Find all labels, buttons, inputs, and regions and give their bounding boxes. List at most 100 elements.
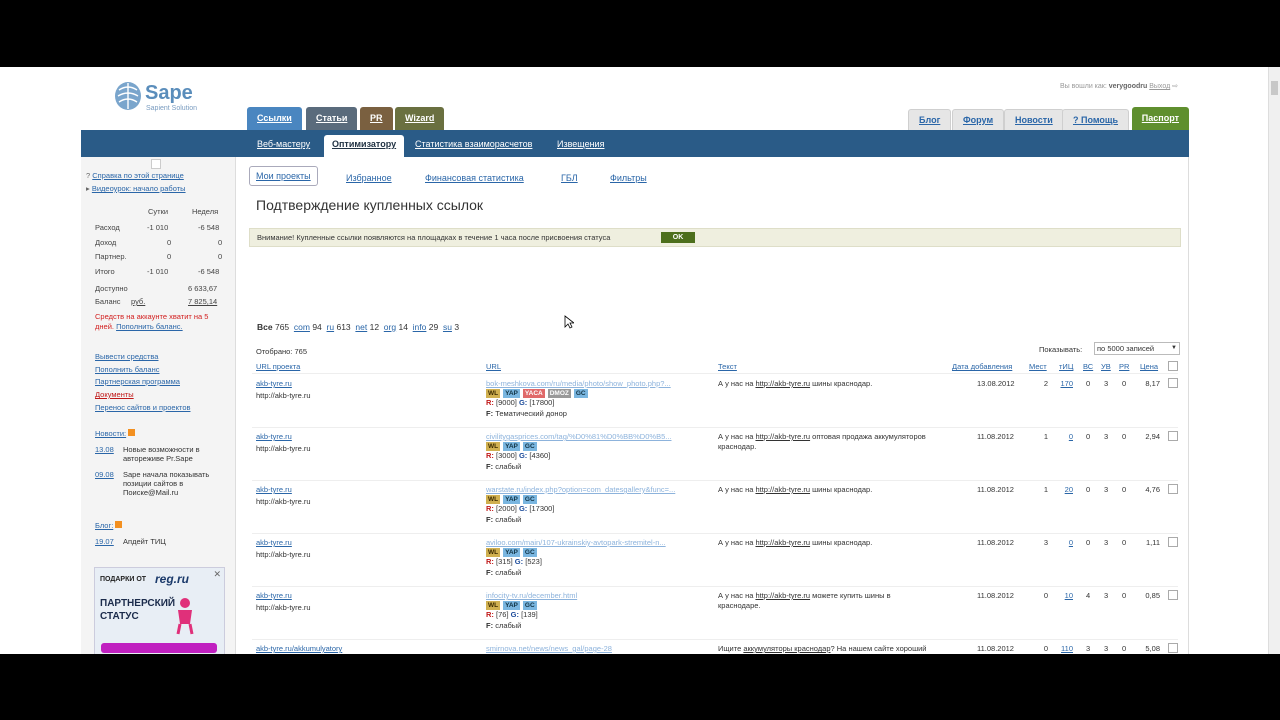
donor-url[interactable]: civilitygasprices.com/tag/%D0%81%D0%BB%D…	[486, 432, 701, 441]
anchor-link[interactable]: http://akb-tyre.ru	[755, 538, 810, 547]
subtab-notices[interactable]: Извещения	[557, 139, 604, 149]
row-checkbox[interactable]	[1168, 431, 1178, 441]
currency-select[interactable]: руб.	[131, 297, 145, 306]
project-link[interactable]: akb-tyre.ru	[256, 379, 292, 388]
row-checkbox[interactable]	[1168, 378, 1178, 388]
donor-url[interactable]: bok-meshkova.com/ru/media/photo/show_pho…	[486, 379, 701, 388]
tab-pr[interactable]: PR	[360, 107, 393, 130]
news-date[interactable]: 09.08	[95, 470, 114, 479]
filter-org[interactable]: org	[384, 322, 396, 332]
filter-su[interactable]: su	[443, 322, 452, 332]
donor-url[interactable]: smirnova.net/news/news_gal/page-28	[486, 644, 701, 653]
subtab-optimizer[interactable]: Оптимизатору	[324, 135, 405, 157]
col-date[interactable]: Дата добавления	[952, 362, 1012, 371]
documents-link[interactable]: Документы	[95, 390, 134, 399]
col-uv[interactable]: УВ	[1101, 362, 1111, 371]
row-checkbox[interactable]	[1168, 537, 1178, 547]
project-link[interactable]: akb-tyre.ru	[256, 485, 292, 494]
tic-link[interactable]: 170	[1054, 379, 1073, 388]
subtab-settlements[interactable]: Статистика взаиморасчетов	[415, 139, 532, 149]
blog-date[interactable]: 19.07	[95, 537, 114, 546]
donor-url[interactable]: warstate.ru/index.php?option=com_datesga…	[486, 485, 701, 494]
donor-url[interactable]: infocity-tv.ru/december.html	[486, 591, 701, 600]
tic-link[interactable]: 0	[1054, 538, 1073, 547]
row-checkbox[interactable]	[1168, 590, 1178, 600]
col-tic[interactable]: тИЦ	[1059, 362, 1073, 371]
help-link[interactable]: Справка по этой странице	[92, 171, 184, 180]
scrollbar-thumb[interactable]	[1271, 81, 1278, 95]
col-text[interactable]: Текст	[718, 362, 737, 371]
banner-button[interactable]	[101, 643, 217, 653]
tic-link[interactable]: 10	[1054, 591, 1073, 600]
col-project-url[interactable]: URL проекта	[256, 362, 300, 371]
page-scrollbar[interactable]	[1268, 67, 1280, 654]
subtab-webmaster[interactable]: Веб-мастеру	[257, 139, 310, 149]
news-title-row: Новости:	[95, 429, 136, 438]
text-pre: А у нас на	[718, 538, 756, 547]
anchor-link[interactable]: http://akb-tyre.ru	[755, 379, 810, 388]
tab-blog[interactable]: Блог	[908, 109, 952, 131]
anchor-link[interactable]: http://akb-tyre.ru	[755, 432, 810, 441]
col-vs[interactable]: ВС	[1083, 362, 1093, 371]
ptab-gbl[interactable]: ГБЛ	[561, 173, 578, 183]
refill-balance-link[interactable]: Пополнить баланс	[95, 365, 160, 374]
sape-logo[interactable]: Sape Sapient Solution	[113, 80, 213, 120]
news-title[interactable]: Новости:	[95, 429, 126, 438]
refill-link[interactable]: Пополнить баланс.	[116, 322, 183, 331]
news-date[interactable]: 13.08	[95, 445, 114, 454]
video-link[interactable]: Видеоурок: начало работы	[92, 184, 186, 193]
blog-title[interactable]: Блог:	[95, 521, 113, 530]
available-label: Доступно	[95, 284, 128, 293]
tic-link[interactable]: 20	[1054, 485, 1073, 494]
col-url[interactable]: URL	[486, 362, 501, 371]
tab-links[interactable]: Ссылки	[247, 107, 302, 130]
tab-forum[interactable]: Форум	[952, 109, 1005, 131]
tab-news[interactable]: Новости	[1004, 109, 1064, 131]
uv-value: 3	[1104, 591, 1109, 600]
anchor-link[interactable]: http://akb-tyre.ru	[755, 591, 810, 600]
tab-wizard[interactable]: Wizard	[395, 107, 445, 130]
balance-value[interactable]: 7 825,14	[188, 297, 217, 306]
transfer-link[interactable]: Перенос сайтов и проектов	[95, 403, 190, 412]
row-checkbox[interactable]	[1168, 643, 1178, 653]
rss-icon[interactable]	[128, 429, 136, 436]
select-all-checkbox[interactable]	[1168, 361, 1178, 371]
page-size-select[interactable]: по 5000 записей ▼	[1094, 342, 1180, 355]
row-checkbox[interactable]	[1168, 484, 1178, 494]
col-places[interactable]: Мест	[1029, 362, 1047, 371]
ptab-finance[interactable]: Финансовая статистика	[425, 173, 524, 183]
regru-banner[interactable]: ПОДАРКИ ОТ reg.ru ПАРТНЕРСКИЙ СТАТУС ✕	[94, 567, 225, 654]
ptab-favorites[interactable]: Избранное	[346, 173, 392, 183]
donor-url[interactable]: aviloo.com/main/107-ukrainskiy-avtopark-…	[486, 538, 701, 547]
tab-help[interactable]: ? Помощь	[1062, 109, 1130, 131]
close-icon[interactable]: ✕	[213, 569, 221, 580]
ptab-filters[interactable]: Фильтры	[610, 173, 647, 183]
ok-button[interactable]: OK	[661, 232, 695, 243]
rss-icon[interactable]	[115, 521, 123, 528]
project-link[interactable]: akb-tyre.ru/akkumulyatory	[256, 644, 342, 653]
col-price[interactable]: Цена	[1140, 362, 1158, 371]
project-link[interactable]: akb-tyre.ru	[256, 432, 292, 441]
ptab-my-projects[interactable]: Мои проекты	[249, 166, 318, 186]
filter-ru[interactable]: ru	[327, 322, 335, 332]
partner-program-link[interactable]: Партнерская программа	[95, 377, 180, 386]
tic-link[interactable]: 0	[1054, 432, 1073, 441]
project-link[interactable]: akb-tyre.ru	[256, 591, 292, 600]
anchor-link[interactable]: http://akb-tyre.ru	[755, 485, 810, 494]
withdraw-link[interactable]: Вывести средства	[95, 352, 158, 361]
filter-net[interactable]: net	[355, 322, 367, 332]
person-icon	[176, 598, 194, 635]
collapse-icon[interactable]	[151, 159, 161, 169]
passport-button[interactable]: Паспорт	[1131, 107, 1189, 130]
filter-com[interactable]: com	[294, 322, 310, 332]
logout-link[interactable]: Выход	[1149, 83, 1170, 90]
tic-link[interactable]: 110	[1054, 644, 1073, 653]
col-pr[interactable]: PR	[1119, 362, 1129, 371]
brain-icon	[115, 82, 141, 110]
project-link[interactable]: akb-tyre.ru	[256, 538, 292, 547]
filter-info[interactable]: info	[413, 322, 427, 332]
anchor-link[interactable]: аккумуляторы краснодар	[743, 644, 830, 653]
filter-all[interactable]: Все	[257, 322, 273, 332]
tab-articles[interactable]: Статьи	[306, 107, 358, 130]
text-pre: А у нас на	[718, 379, 756, 388]
